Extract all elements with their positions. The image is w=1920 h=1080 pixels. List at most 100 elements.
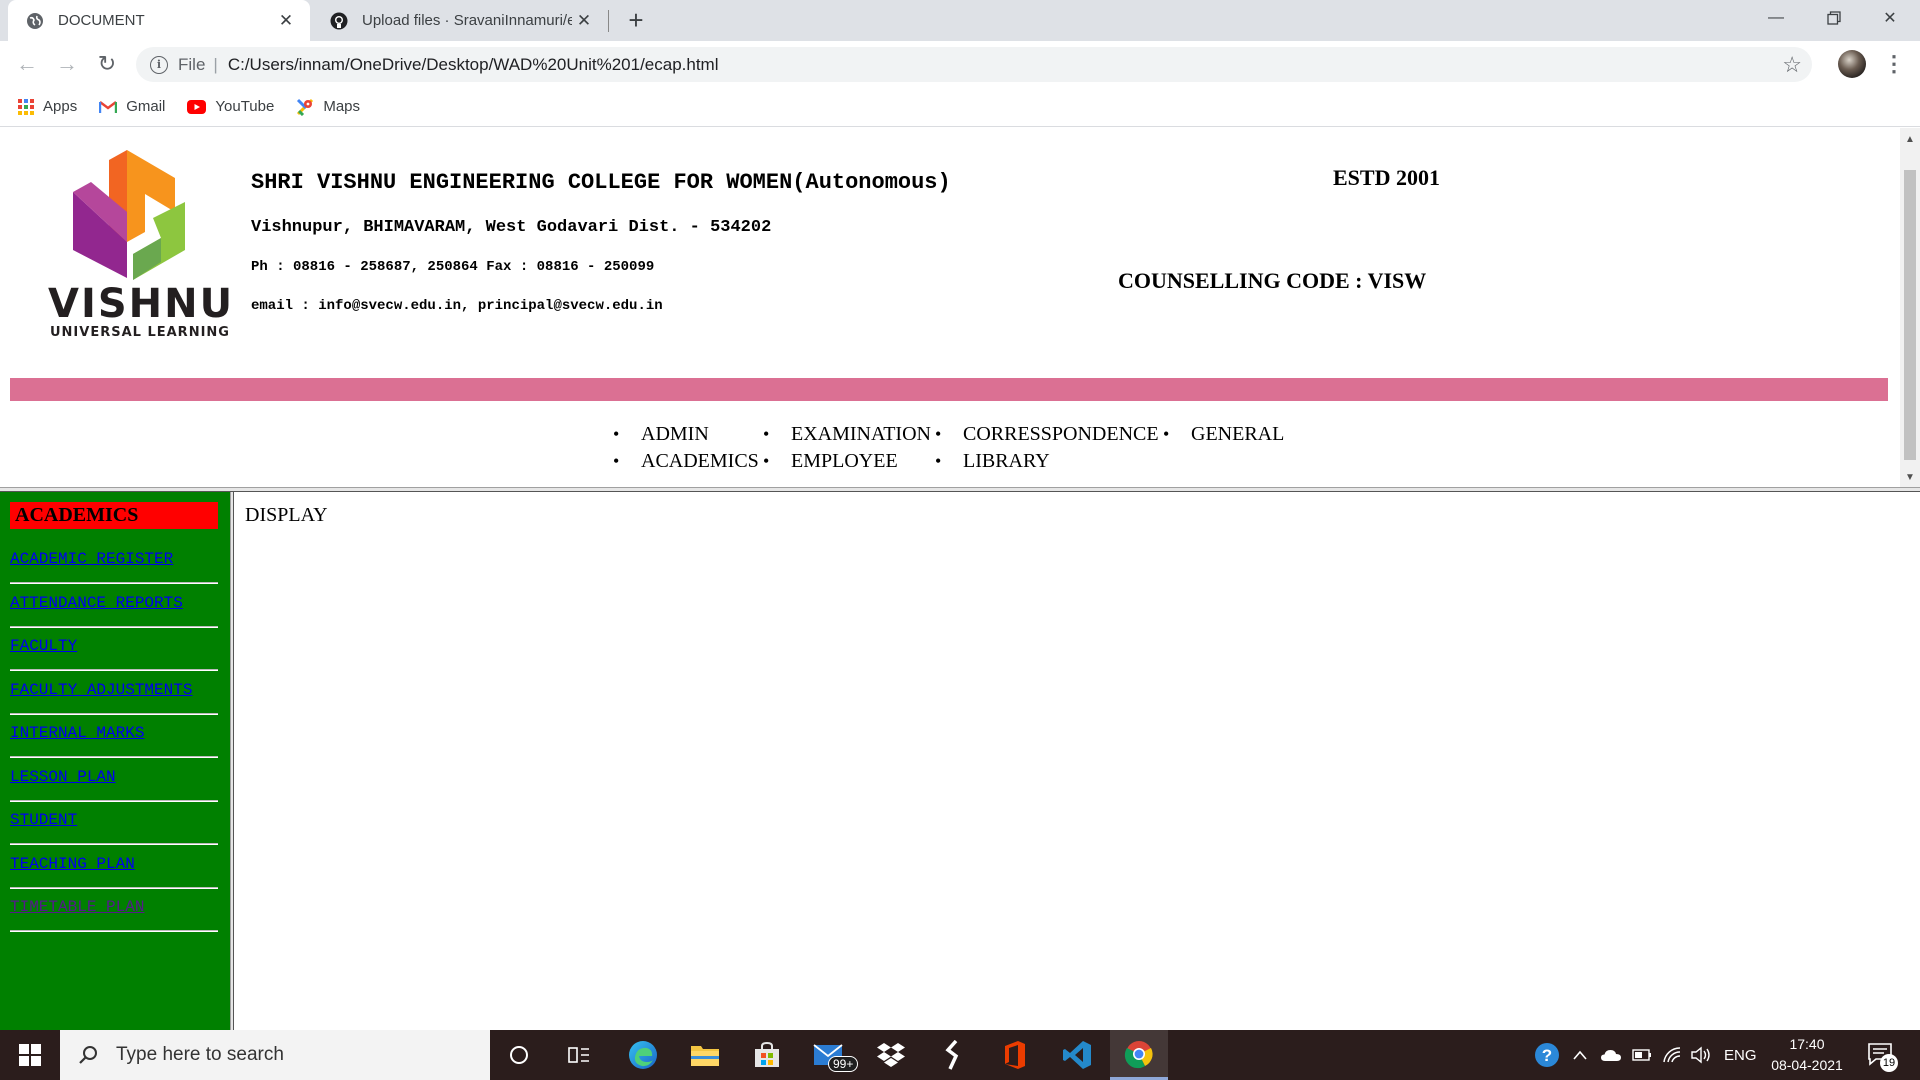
system-clock[interactable]: 17:40 08-04-2021 bbox=[1762, 1034, 1852, 1076]
reload-icon[interactable]: ↻ bbox=[92, 49, 122, 79]
chrome-icon[interactable] bbox=[1110, 1030, 1168, 1080]
sidebar-divider bbox=[10, 713, 218, 715]
bookmark-label: Maps bbox=[323, 98, 361, 115]
menu-item-employee[interactable]: • EMPLOYEE bbox=[763, 450, 898, 473]
help-icon[interactable]: ? bbox=[1534, 1030, 1560, 1080]
tab-strip: DOCUMENT ✕ Upload files · SravaniInnamur… bbox=[0, 0, 1920, 41]
menu-item-admin[interactable]: • ADMIN bbox=[613, 423, 709, 446]
sidebar-divider bbox=[10, 800, 218, 802]
dropbox-icon[interactable] bbox=[862, 1030, 920, 1080]
sidebar-link-faculty[interactable]: FACULTY bbox=[10, 637, 77, 655]
menu-label: EXAMINATION bbox=[791, 423, 931, 445]
menu-item-library[interactable]: • LIBRARY bbox=[935, 450, 1050, 473]
more-menu-icon[interactable]: ⋮ bbox=[1883, 51, 1905, 77]
store-icon[interactable] bbox=[738, 1030, 796, 1080]
maps-pin-icon bbox=[296, 98, 314, 116]
header-scrollbar[interactable]: ▲ ▼ bbox=[1900, 128, 1920, 488]
task-view-icon[interactable] bbox=[550, 1030, 608, 1080]
svg-text:?: ? bbox=[1542, 1046, 1552, 1065]
restore-icon[interactable] bbox=[1806, 0, 1862, 36]
close-window-icon[interactable]: ✕ bbox=[1862, 0, 1918, 36]
mail-icon[interactable]: 99+ bbox=[800, 1030, 859, 1080]
taskbar-search-box[interactable]: Type here to search bbox=[60, 1030, 490, 1080]
back-icon[interactable]: ← bbox=[12, 49, 42, 79]
vscode-icon[interactable] bbox=[1048, 1030, 1106, 1080]
sidebar-heading: ACADEMICS bbox=[10, 502, 218, 529]
office-icon[interactable] bbox=[986, 1030, 1044, 1080]
edge-icon[interactable] bbox=[614, 1030, 672, 1080]
profile-avatar[interactable] bbox=[1838, 50, 1866, 78]
sidebar-frame: ACADEMICS ACADEMIC REGISTER ATTENDANCE R… bbox=[0, 492, 230, 1030]
battery-icon[interactable] bbox=[1632, 1030, 1652, 1080]
url-scheme: File bbox=[178, 54, 206, 74]
close-tab-icon[interactable]: ✕ bbox=[274, 9, 298, 33]
bookmark-star-icon[interactable]: ☆ bbox=[1782, 52, 1802, 78]
forward-icon[interactable]: → bbox=[52, 49, 82, 79]
display-frame: DISPLAY bbox=[234, 492, 1920, 1030]
sidebar-link-lesson-plan[interactable]: LESSON PLAN bbox=[10, 768, 116, 786]
sublime-icon[interactable] bbox=[924, 1030, 982, 1080]
logo-tagline: UNIVERSAL LEARNING bbox=[50, 325, 230, 340]
youtube-icon bbox=[187, 99, 207, 114]
info-icon[interactable]: i bbox=[150, 55, 168, 74]
sidebar-link-teaching-plan[interactable]: TEACHING PLAN bbox=[10, 855, 135, 873]
browser-toolbar: ← → ↻ i File | C:/Users/innam/OneDrive/D… bbox=[0, 41, 1920, 87]
show-hidden-icons-icon[interactable] bbox=[1572, 1030, 1588, 1080]
globe-icon bbox=[26, 12, 44, 30]
menu-label: ACADEMICS bbox=[641, 450, 759, 472]
sidebar-link-faculty-adjustments[interactable]: FACULTY ADJUSTMENTS bbox=[10, 681, 192, 699]
start-button[interactable] bbox=[0, 1030, 60, 1080]
college-address: Vishnupur, BHIMAVARAM, West Godavari Dis… bbox=[251, 218, 772, 237]
onedrive-icon[interactable] bbox=[1600, 1030, 1622, 1080]
tab-title: DOCUMENT bbox=[58, 12, 145, 29]
wifi-icon[interactable] bbox=[1662, 1030, 1682, 1080]
volume-icon[interactable] bbox=[1690, 1030, 1712, 1080]
scrollbar-thumb[interactable] bbox=[1904, 170, 1916, 460]
input-language[interactable]: ENG bbox=[1724, 1030, 1757, 1080]
bookmark-apps[interactable]: Apps bbox=[18, 98, 77, 115]
sidebar-divider bbox=[10, 669, 218, 671]
url-separator: | bbox=[213, 54, 218, 74]
clock-date: 08-04-2021 bbox=[1771, 1057, 1843, 1073]
close-tab-icon[interactable]: ✕ bbox=[572, 9, 596, 33]
new-tab-button[interactable]: + bbox=[622, 5, 650, 35]
college-email: email : info@svecw.edu.in, principal@sve… bbox=[251, 298, 663, 314]
menu-item-general[interactable]: • GENERAL bbox=[1163, 423, 1284, 446]
menu-item-academics[interactable]: • ACADEMICS bbox=[613, 450, 759, 473]
scroll-down-icon[interactable]: ▼ bbox=[1900, 468, 1920, 486]
menu-label: CORRESSPONDENCE bbox=[963, 423, 1159, 445]
action-center-icon[interactable]: 19 bbox=[1866, 1040, 1898, 1072]
sidebar-divider bbox=[10, 887, 218, 889]
college-phone: Ph : 08816 - 258687, 250864 Fax : 08816 … bbox=[251, 259, 655, 275]
sidebar-divider bbox=[10, 582, 218, 584]
bookmark-maps[interactable]: Maps bbox=[296, 98, 360, 116]
cortana-icon[interactable] bbox=[490, 1030, 548, 1080]
tab-github-upload[interactable]: Upload files · SravaniInnamuri/ec ✕ bbox=[312, 0, 608, 41]
windows-taskbar: Type here to search 99+ ? ENG 17:40 08-0… bbox=[0, 1030, 1920, 1080]
mail-badge: 99+ bbox=[828, 1056, 859, 1072]
minimize-icon[interactable]: — bbox=[1748, 0, 1804, 36]
bookmark-label: Gmail bbox=[126, 98, 166, 115]
bookmark-gmail[interactable]: Gmail bbox=[99, 98, 165, 115]
college-name: SHRI VISHNU ENGINEERING COLLEGE FOR WOME… bbox=[251, 170, 951, 195]
sidebar-link-attendance-reports[interactable]: ATTENDANCE REPORTS bbox=[10, 594, 183, 612]
menu-item-corresspondence[interactable]: • CORRESSPONDENCE bbox=[935, 423, 1159, 446]
tab-document[interactable]: DOCUMENT ✕ bbox=[8, 0, 310, 41]
sidebar-link-internal-marks[interactable]: INTERNAL MARKS bbox=[10, 724, 144, 742]
sidebar-divider bbox=[10, 843, 218, 845]
bookmark-youtube[interactable]: YouTube bbox=[187, 98, 274, 115]
windows-logo-icon bbox=[19, 1044, 41, 1066]
sidebar-link-timetable-plan[interactable]: TIMETABLE PLAN bbox=[10, 898, 144, 916]
display-text: DISPLAY bbox=[245, 504, 328, 526]
clock-time: 17:40 bbox=[1789, 1036, 1825, 1052]
counselling-code: COUNSELLING CODE : VISW bbox=[1118, 268, 1427, 293]
scroll-up-icon[interactable]: ▲ bbox=[1900, 130, 1920, 148]
bookmark-label: Apps bbox=[43, 98, 78, 115]
sidebar-link-student[interactable]: STUDENT bbox=[10, 811, 77, 829]
address-bar[interactable]: i File | C:/Users/innam/OneDrive/Desktop… bbox=[136, 47, 1812, 82]
search-icon bbox=[78, 1045, 98, 1065]
header-divider-band bbox=[10, 378, 1888, 401]
menu-item-examination[interactable]: • EXAMINATION bbox=[763, 423, 931, 446]
file-explorer-icon[interactable] bbox=[676, 1030, 734, 1080]
sidebar-link-academic-register[interactable]: ACADEMIC REGISTER bbox=[10, 550, 173, 568]
